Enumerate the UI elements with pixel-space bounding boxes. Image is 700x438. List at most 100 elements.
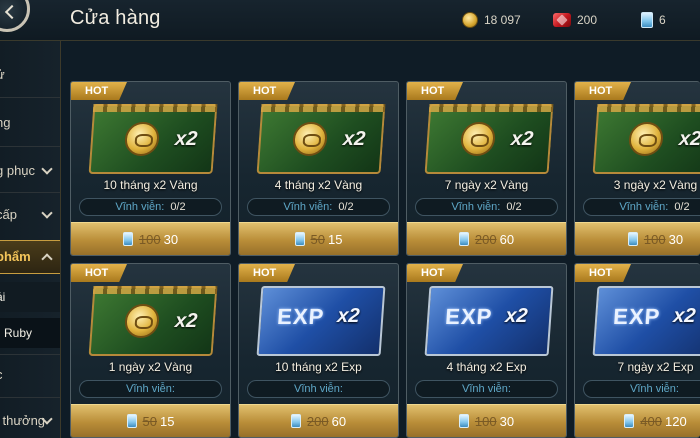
sale-price: 60 (331, 413, 347, 429)
item-name: 10 tháng x2 Vàng (103, 178, 198, 192)
voucher-ticket-icon (641, 12, 653, 28)
buy-button[interactable]: 100 30 (407, 404, 566, 437)
multiplier-label: x2 (342, 128, 367, 150)
sale-price: 30 (163, 231, 179, 247)
buy-button[interactable]: 100 30 (71, 222, 230, 255)
chevron-up-icon (41, 253, 53, 265)
shop-item-card[interactable]: HOT x2 3 ngày x2 Vàng Vĩnh viễn: 0/2 100 … (574, 81, 700, 256)
back-chevron-icon (4, 4, 20, 20)
sale-price: 30 (499, 413, 515, 429)
old-price: 50 (310, 231, 325, 247)
exp-boost-art: EXP x2 (592, 286, 700, 356)
sale-price: 30 (668, 231, 684, 247)
exp-label: EXP (276, 304, 326, 329)
buy-button[interactable]: 50 15 (239, 222, 398, 255)
shop-item-card[interactable]: HOT EXP x2 4 tháng x2 Exp Vĩnh viễn: 100… (406, 263, 567, 438)
item-name: 1 ngày x2 Vàng (108, 360, 193, 374)
voucher-ticket-icon (122, 232, 133, 246)
multiplier-label: x2 (174, 310, 199, 332)
sale-price: 120 (665, 413, 687, 429)
hot-badge: HOT (575, 82, 631, 100)
multiplier-label: x2 (336, 305, 361, 327)
voucher-ticket-icon (290, 414, 301, 428)
sidebar-item-1[interactable]: ử (0, 59, 60, 89)
exp-label: EXP (612, 304, 662, 329)
sidebar-item-upgrade[interactable]: cấp (0, 199, 60, 229)
purchase-limit: Vĩnh viễn: (79, 380, 222, 398)
purchase-limit: Vĩnh viễn: 0/2 (247, 198, 390, 216)
multiplier-label: x2 (678, 128, 700, 150)
voucher-ticket-icon (624, 414, 635, 428)
sidebar-item-8[interactable]: c (0, 359, 60, 389)
sidebar-item-rewards[interactable]: i thưởng (0, 405, 60, 435)
shop-item-card[interactable]: HOT x2 1 ngày x2 Vàng Vĩnh viễn: 50 15 (70, 263, 231, 438)
voucher-ticket-icon (126, 414, 137, 428)
shop-item-card[interactable]: HOT EXP x2 7 ngày x2 Exp Vĩnh viễn: 400 … (574, 263, 700, 438)
gold-coin-icon (123, 304, 161, 338)
sidebar-item-items[interactable]: phẩm (0, 240, 60, 274)
shop-item-card[interactable]: HOT x2 10 tháng x2 Vàng Vĩnh viễn: 0/2 10… (70, 81, 231, 256)
purchase-limit: Vĩnh viễn: 0/2 (415, 198, 558, 216)
shop-item-card[interactable]: HOT EXP x2 10 tháng x2 Exp Vĩnh viễn: 20… (238, 263, 399, 438)
sidebar-item-label: phẩm (0, 249, 31, 264)
exp-boost-art: EXP x2 (256, 286, 386, 356)
item-name: 4 tháng x2 Exp (446, 360, 527, 374)
sidebar-item-label: c (0, 367, 3, 382)
old-price: 100 (643, 231, 666, 247)
gold-coin-icon (291, 122, 329, 156)
sale-price: 15 (328, 231, 343, 247)
item-name: 4 tháng x2 Vàng (274, 178, 363, 192)
gold-boost-art: x2 (88, 104, 218, 174)
buy-button[interactable]: 200 60 (407, 222, 566, 255)
multiplier-label: x2 (504, 305, 529, 327)
old-price: 100 (138, 231, 161, 247)
shop-item-card[interactable]: HOT x2 4 tháng x2 Vàng Vĩnh viễn: 0/2 50 … (238, 81, 399, 256)
purchase-limit: Vĩnh viễn: (247, 380, 390, 398)
voucher-amount: 6 (659, 13, 666, 27)
old-price: 100 (474, 413, 497, 429)
voucher-balance[interactable]: 6 (641, 10, 666, 30)
multiplier-label: x2 (510, 128, 535, 150)
hot-badge: HOT (71, 264, 127, 282)
old-price: 50 (142, 413, 157, 429)
ruby-amount: 200 (577, 13, 598, 27)
sidebar-item-costume[interactable]: g phục (0, 155, 60, 185)
voucher-ticket-icon (458, 232, 469, 246)
chevron-down-icon (41, 163, 53, 175)
sidebar-item-label: ng (0, 115, 11, 130)
sidebar-divider (0, 146, 60, 147)
shop-grid: HOT x2 10 tháng x2 Vàng Vĩnh viễn: 0/2 10… (61, 41, 700, 438)
sidebar-subitem-selected[interactable]: ái (0, 282, 60, 312)
sidebar-subitem-ruby[interactable]: Ruby (0, 318, 60, 348)
sidebar-item-label: cấp (0, 207, 17, 222)
purchase-limit: Vĩnh viễn: (583, 380, 700, 398)
shop-item-card[interactable]: HOT x2 7 ngày x2 Vàng Vĩnh viễn: 0/2 200 … (406, 81, 567, 256)
sidebar-item-label: i thưởng (0, 413, 46, 428)
ruby-balance[interactable]: 200 (553, 10, 597, 30)
old-price: 400 (640, 413, 662, 429)
ruby-icon (553, 13, 571, 27)
item-name: 7 ngày x2 Exp (617, 360, 694, 374)
sidebar-divider (0, 97, 60, 98)
voucher-ticket-icon (458, 414, 469, 428)
buy-button[interactable]: 50 15 (71, 404, 230, 437)
buy-button[interactable]: 100 30 (575, 222, 700, 255)
sidebar-item-2[interactable]: ng (0, 107, 60, 137)
buy-button[interactable]: 400 120 (575, 404, 700, 437)
sidebar-divider (0, 397, 60, 398)
sidebar-item-label: ái (0, 290, 6, 304)
gold-coin-icon (462, 12, 478, 28)
hot-badge: HOT (575, 264, 631, 282)
item-name: 7 ngày x2 Vàng (444, 178, 529, 192)
gold-boost-art: x2 (592, 104, 700, 174)
voucher-ticket-icon (627, 232, 638, 246)
back-button[interactable] (0, 0, 30, 32)
multiplier-label: x2 (672, 305, 697, 327)
hot-badge: HOT (239, 264, 295, 282)
gold-coin-icon (627, 122, 665, 156)
sidebar-item-label: Ruby (4, 326, 33, 340)
buy-button[interactable]: 200 60 (239, 404, 398, 437)
sidebar-divider (0, 354, 60, 355)
page-title: Cửa hàng (70, 7, 161, 29)
hot-badge: HOT (407, 264, 463, 282)
